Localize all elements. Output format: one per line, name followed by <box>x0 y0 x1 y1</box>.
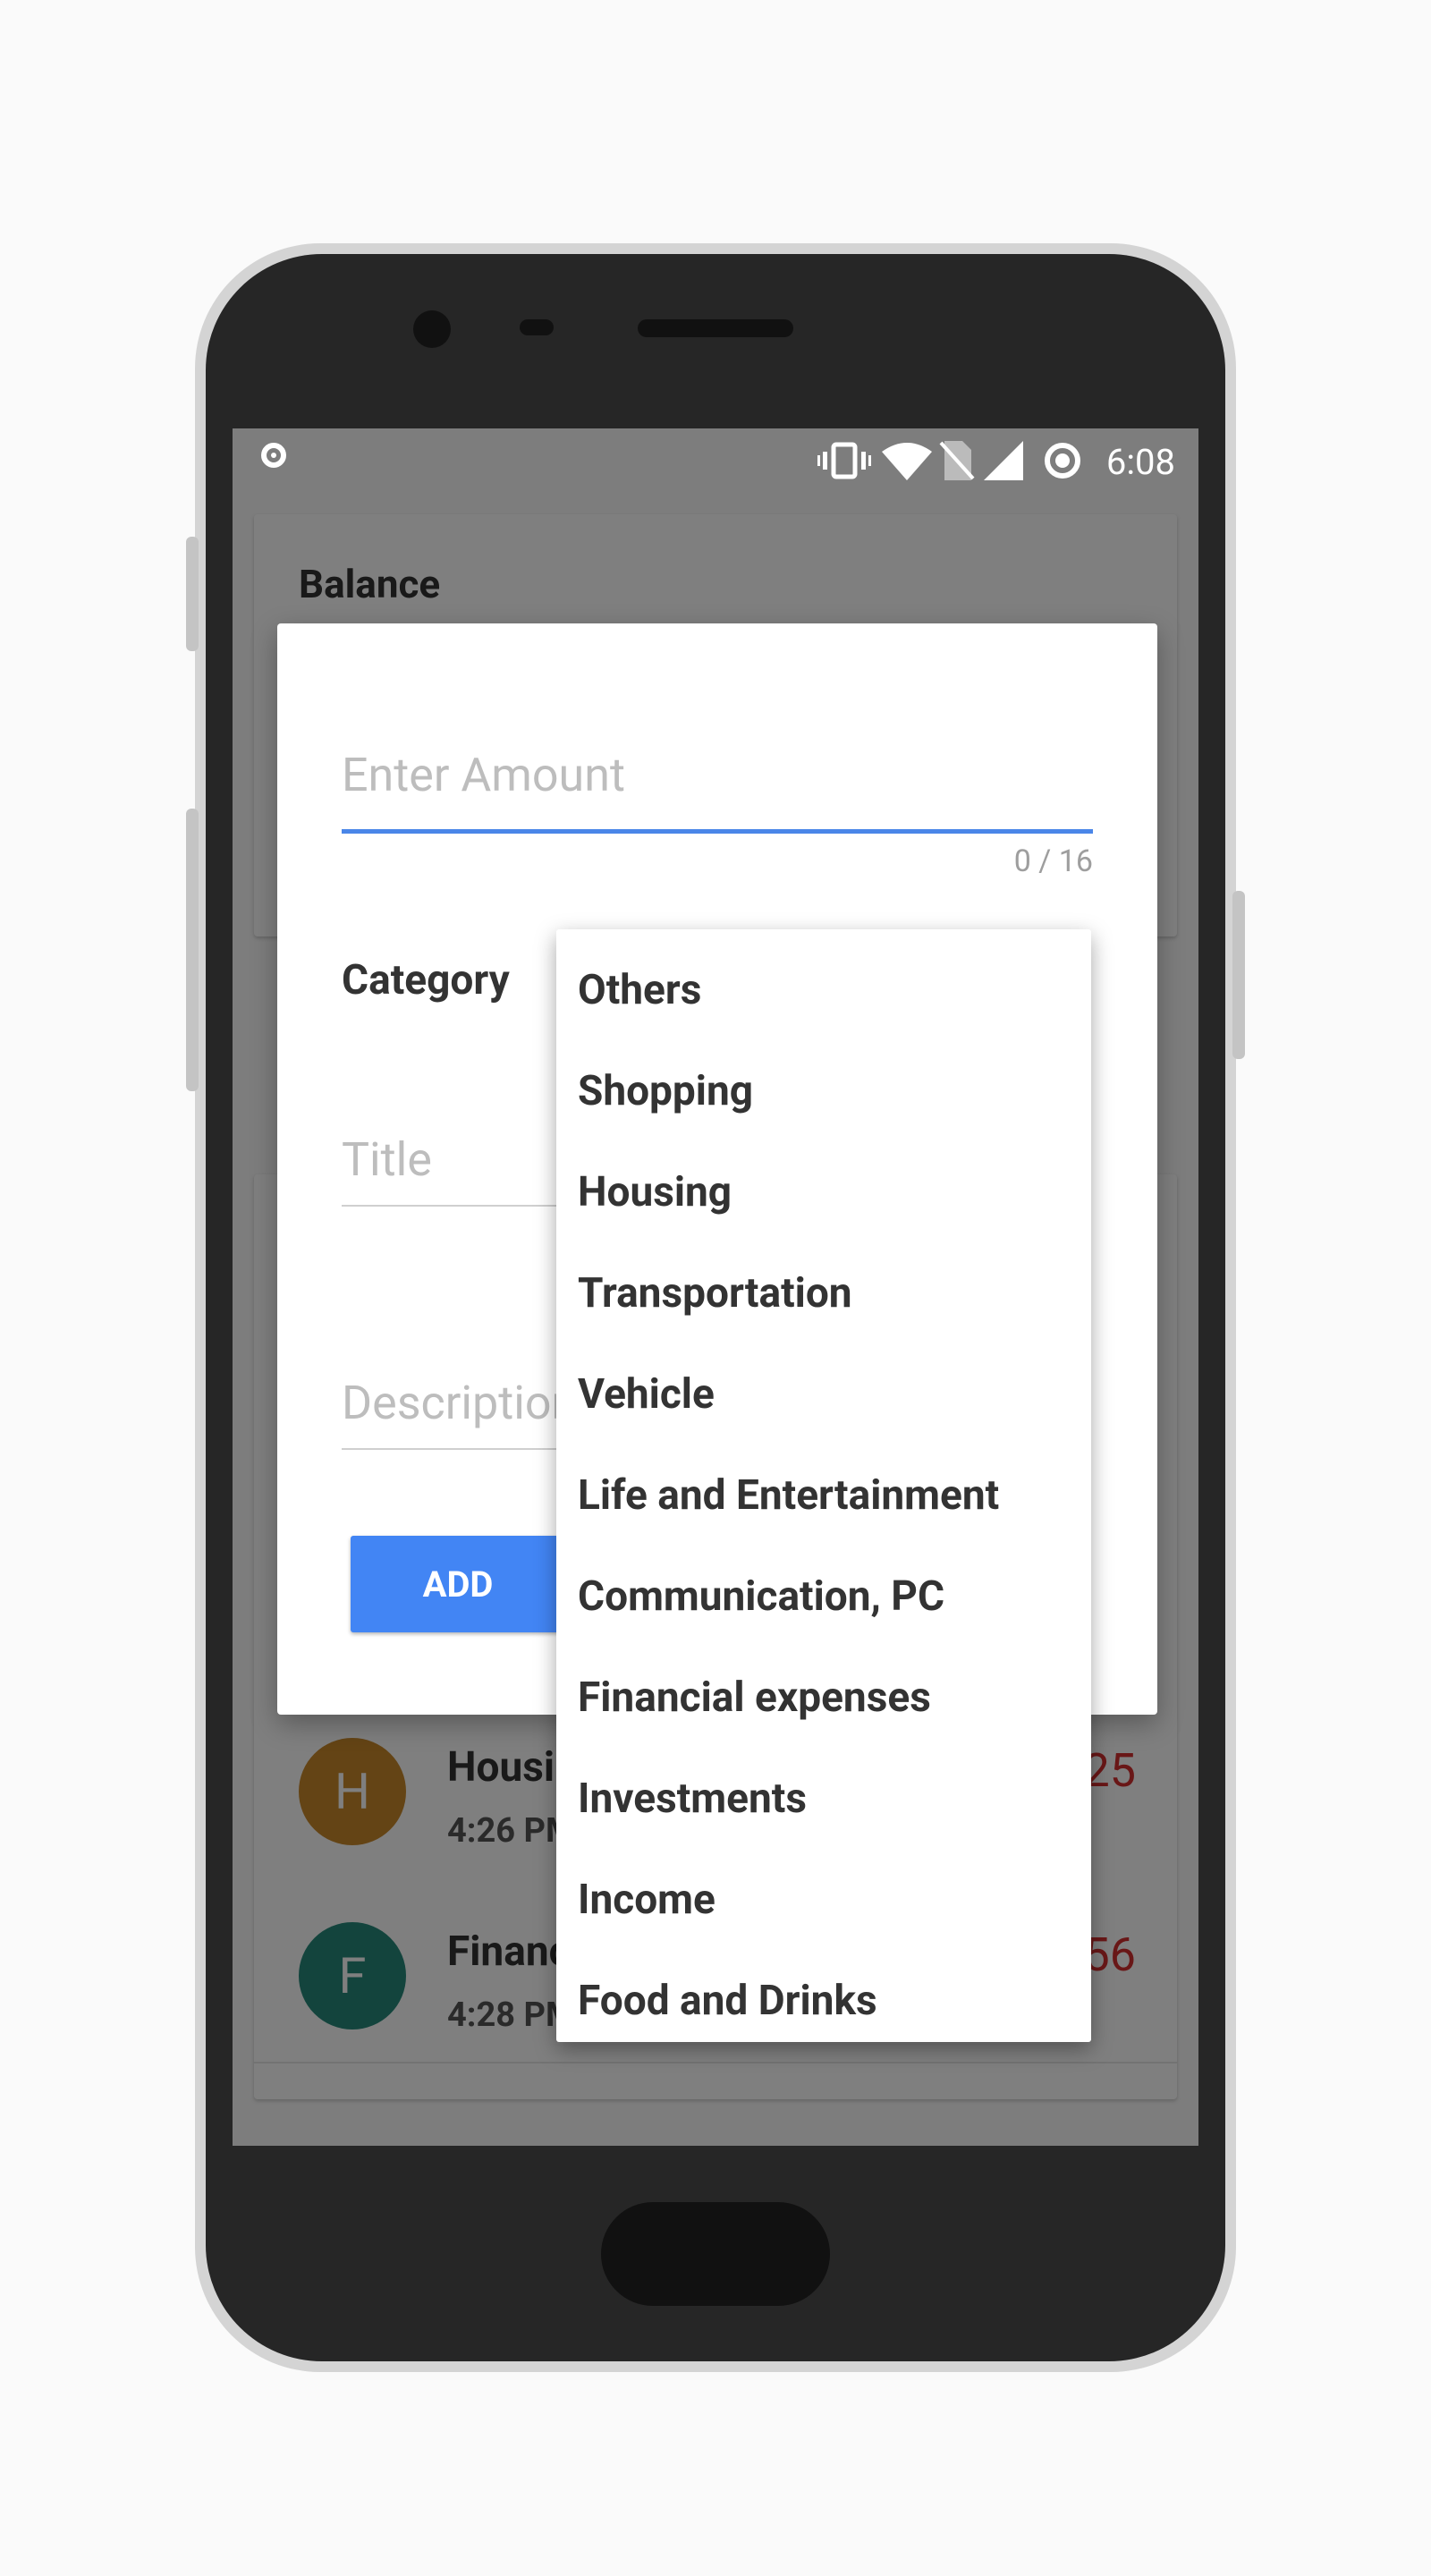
vibrate-icon <box>817 442 871 479</box>
category-option-income[interactable]: Income <box>556 1850 1091 1951</box>
amount-input[interactable] <box>342 745 1093 804</box>
character-counter: 0 / 16 <box>1013 843 1093 879</box>
category-option-communication-pc[interactable]: Communication, PC <box>556 1546 1091 1648</box>
battery-saver-icon <box>1045 443 1080 479</box>
category-option-vehicle[interactable]: Vehicle <box>556 1344 1091 1445</box>
category-option-investments[interactable]: Investments <box>556 1749 1091 1850</box>
earpiece-speaker <box>638 319 793 337</box>
category-option-financial-expenses[interactable]: Financial expenses <box>556 1648 1091 1749</box>
category-option-housing[interactable]: Housing <box>556 1142 1091 1243</box>
category-option-shopping[interactable]: Shopping <box>556 1041 1091 1142</box>
phone-screen: Balance H Housi 4:26 PM 25 F Financ 4:28… <box>233 428 1198 2146</box>
status-bar: 6:08 <box>233 428 1198 493</box>
amount-input-underline <box>342 829 1093 834</box>
notification-icon <box>261 443 286 468</box>
wifi-icon <box>882 443 932 480</box>
front-camera <box>413 310 451 348</box>
power-button <box>1232 891 1245 1059</box>
proximity-sensor <box>520 319 554 335</box>
category-option-others[interactable]: Others <box>556 940 1091 1041</box>
home-button[interactable] <box>601 2202 830 2306</box>
volume-down-button <box>186 809 199 1091</box>
category-dropdown: Others Shopping Housing Transportation V… <box>556 929 1091 2042</box>
category-label: Category <box>342 956 510 1004</box>
cell-signal-icon <box>984 441 1023 480</box>
category-option-food-and-drinks[interactable]: Food and Drinks <box>556 1951 1091 2052</box>
category-option-life-and-entertainment[interactable]: Life and Entertainment <box>556 1445 1091 1546</box>
add-button[interactable]: ADD <box>351 1536 565 1632</box>
category-option-transportation[interactable]: Transportation <box>556 1243 1091 1344</box>
status-time: 6:08 <box>1105 441 1175 483</box>
no-sim-icon <box>939 441 975 480</box>
volume-up-button <box>186 537 199 651</box>
